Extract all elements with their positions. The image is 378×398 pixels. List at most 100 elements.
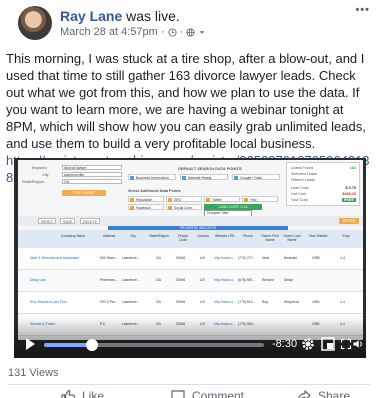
column-header: Owner First Name [261,234,279,242]
column-header: Website URL [215,234,235,238]
video-scrubber-handle[interactable] [86,339,99,351]
time-remaining: -8:30 [272,338,298,350]
like-icon [61,389,75,398]
stat-label: Lead Cost [291,186,309,190]
additional-data-title: Select Additional Data Points [128,189,181,193]
city-input: lawrenceville [62,172,122,177]
avatar[interactable] [18,6,52,40]
additional-6: Social Conn. [166,204,202,210]
author-name[interactable]: Ray Lane [60,8,122,24]
additional-5: Facebook [128,204,164,210]
expand-icon[interactable] [320,336,336,352]
table-cell: Benedict [284,256,298,260]
video-controls: -8:30 [14,318,366,358]
table-cell: US [200,300,205,304]
clock-icon [167,27,177,37]
keyword-label: Keyword [32,166,47,170]
play-icon[interactable] [26,338,35,350]
chevron-down-icon[interactable] [198,28,206,36]
view-count[interactable]: 131 Views [8,367,59,379]
table-cell: 600 Stam... [100,256,118,260]
table-cell: GA [156,300,161,304]
table-cell: (678) 987... [238,278,256,282]
like-button[interactable]: Like [60,388,104,398]
app-toolbar: RESET SAVE DELETE FILTER [18,216,363,226]
data-points-title: DEFAULT SEARCH DATA POINTS [178,166,242,171]
table-cell: Delay [284,278,293,282]
table-cell: Delay Law [30,278,46,282]
table-cell: (770) 277... [238,256,256,260]
video-progress-bar[interactable] [44,339,264,351]
stat-label: List Cost [291,192,306,196]
fullscreen-icon[interactable] [340,336,352,352]
table-cell: GA [156,256,161,260]
table-cell: Shepherd [284,300,299,304]
table-cell: 1-4 [340,300,345,304]
stat-label: Selected Leads [291,172,318,176]
save-button: SAVE [60,218,76,224]
author-suffix: was live. [126,8,180,24]
column-header: Year Started [308,234,328,238]
comment-button[interactable]: Comment [170,388,244,398]
table-cell: 1992 [312,300,320,304]
more-options-button[interactable]: ••• [355,4,370,16]
meta-separator: · [160,26,165,38]
stat-label: Your Cost [291,198,308,202]
table-cell: 1998 [312,256,320,260]
post-timestamp[interactable]: March 28 at 4:57pm [60,26,158,38]
table-cell: Richard [262,278,274,282]
table-cell: http://www.d... [214,300,236,304]
table-cell: Peterman... [100,278,118,282]
video-progress-fill [44,343,93,347]
stat-value: 163 [349,166,356,170]
column-header: Country [197,234,209,238]
table-header: Company Name Address City State/Region P… [18,230,363,248]
stat-label: Filtered Leads [291,178,316,182]
additional-2: SEO [166,196,202,202]
comment-label: Comment [192,389,245,398]
table-cell: http://www.d... [214,278,236,282]
additional-4: Yelp [242,196,278,202]
state-input: GA [62,179,122,184]
stat-value: $ 0.75 [345,186,356,190]
table-row: Delay Law Peterman... Lawrence... GA 300… [18,270,363,292]
stat-value: FREE [341,198,356,202]
table-cell: 292 S Per... [100,300,118,304]
keyword-input: divorce lawyer [62,165,122,170]
table-cell: Lawrence... [122,256,140,260]
share-icon [298,390,311,398]
table-cell: US [200,278,205,282]
table-cell: US [200,256,205,260]
video-player[interactable]: Keyword divorce lawyer City lawrencevill… [14,158,366,358]
settings-icon[interactable] [300,336,316,352]
table-cell: Noel H. Benedict and Associates [30,256,80,260]
table-cell: Noel [262,256,269,260]
column-header: Owner Last Name [283,234,301,242]
column-header: Emp [342,234,350,238]
divider [8,384,370,385]
stats-panel: Leads Found 163 Selected Leads Filtered … [286,162,360,206]
meta-separator-2: · [179,26,184,38]
stat-label: Leads Found [291,166,314,170]
stat-value: $488.25 [342,192,356,196]
table-cell: GA [156,278,161,282]
share-button[interactable]: Share [296,388,350,398]
post-author: Ray Lane was live. [60,8,180,24]
volume-icon[interactable] [352,336,364,352]
table-cell: Roy [262,300,269,304]
column-header: Postal Code [178,234,188,242]
table-row: Roy Shepherd Law Firm 292 S Per... Lawre… [18,292,363,314]
table-row: Noel H. Benedict and Associates 600 Stam… [18,248,363,270]
additional-1: Reputation [128,196,164,202]
table-cell: Lawrence... [122,300,140,304]
delete-button: DELETE [80,218,100,224]
city-label: City [42,173,49,177]
globe-icon [186,27,195,37]
facebook-post: Ray Lane was live. March 28 at 4:57pm · … [0,0,378,398]
reset-button: RESET [38,218,56,224]
table-cell: 30046 [176,256,186,260]
find-leads-button: FIND LEADS [62,190,106,196]
data-point-3: Google+ Data [232,174,280,180]
like-label: Like [82,389,105,398]
data-point-2: Website Ready [180,174,228,180]
